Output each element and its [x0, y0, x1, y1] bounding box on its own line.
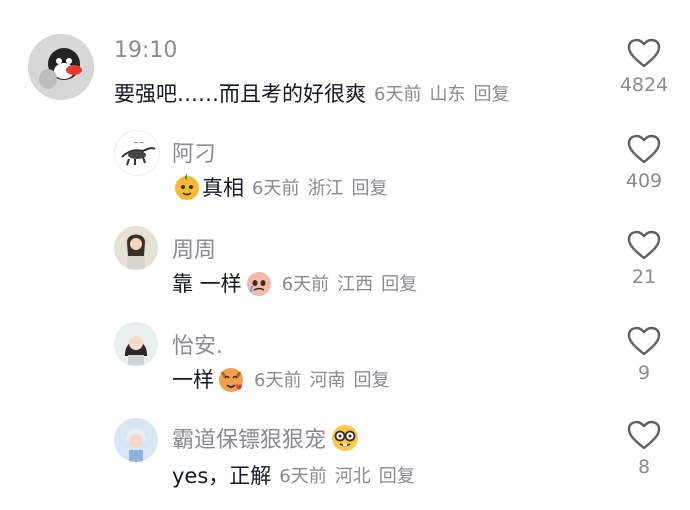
avatar[interactable]	[114, 322, 158, 366]
comment-location: 河南	[309, 370, 346, 391]
comment-location: 山东	[429, 84, 466, 105]
mango-face-emoji	[172, 172, 202, 202]
comment-text-line: 靠 一样 6天前 江西 回复	[172, 268, 417, 298]
heart-icon	[627, 326, 661, 356]
reply-button[interactable]: 回复	[379, 462, 415, 488]
like-button[interactable]: 21	[604, 230, 684, 288]
comment-text-line: yes，正解 6天前 河北 回复	[172, 460, 415, 490]
comment-location: 浙江	[307, 178, 344, 199]
svg-text:~~: ~~	[133, 139, 145, 147]
comment-author[interactable]: 阿刁	[172, 136, 216, 168]
like-count: 8	[637, 456, 651, 478]
comment-author[interactable]: 怡安.	[172, 328, 223, 360]
like-button[interactable]: 409	[604, 134, 684, 192]
heart-icon	[627, 38, 661, 68]
comment-meta: 6天前 山东	[374, 80, 473, 106]
avatar[interactable]	[114, 418, 158, 462]
avatar[interactable]	[28, 34, 94, 100]
reply-button[interactable]: 回复	[473, 80, 509, 106]
comment-location: 河北	[334, 466, 371, 487]
comment-time: 6天前	[252, 178, 300, 199]
comment-author[interactable]: 周周	[172, 232, 216, 264]
comment-text-line: 要强吧……而且考的好很爽 6天前 山东 回复	[114, 78, 509, 108]
comment-text-line: 真相 6天前 浙江 回复	[172, 172, 387, 202]
tiger-heart-emoji	[216, 364, 246, 394]
comment-text: 靠 一样	[172, 272, 242, 296]
like-count: 21	[631, 266, 657, 288]
comment-time: 6天前	[281, 274, 330, 295]
heart-icon	[627, 134, 661, 164]
avatar[interactable]	[114, 226, 158, 270]
comment-text: 一样	[172, 368, 214, 392]
like-count: 9	[637, 362, 651, 384]
like-count: 4824	[619, 74, 669, 96]
comment-text: 真相	[202, 176, 244, 200]
comment-text: 要强吧……而且考的好很爽	[114, 82, 366, 106]
reply-button[interactable]: 回复	[351, 174, 387, 200]
like-button[interactable]: 8	[604, 420, 684, 478]
heart-icon	[627, 230, 661, 260]
reply-button[interactable]: 回复	[353, 366, 389, 392]
avatar[interactable]: ~~	[114, 130, 160, 176]
comment-meta: 6天前 河北	[279, 462, 378, 488]
crying-face-emoji	[244, 268, 274, 298]
comment-location: 江西	[337, 274, 374, 295]
heart-icon	[627, 420, 661, 450]
comment-time: 6天前	[254, 370, 302, 391]
comment-text-line: 一样 6天前 河南 回复	[172, 364, 389, 394]
like-button[interactable]: 4824	[604, 38, 684, 96]
comment-author[interactable]: 霸道保镖狠狠宠	[172, 422, 326, 454]
comment-meta: 6天前 河南	[254, 366, 353, 392]
like-button[interactable]: 9	[604, 326, 684, 384]
comment-meta: 6天前 浙江	[252, 174, 351, 200]
comment-text: yes，正解	[172, 464, 272, 488]
comment-author[interactable]: 19:10	[114, 38, 177, 63]
comment-meta: 6天前 江西	[282, 270, 381, 296]
nerd-face-emoji	[330, 423, 360, 453]
comment-author-line: 霸道保镖狠狠宠	[172, 422, 360, 454]
comment-time: 6天前	[374, 84, 422, 105]
comment-time: 6天前	[279, 466, 327, 487]
like-count: 409	[625, 170, 663, 192]
reply-button[interactable]: 回复	[381, 270, 417, 296]
